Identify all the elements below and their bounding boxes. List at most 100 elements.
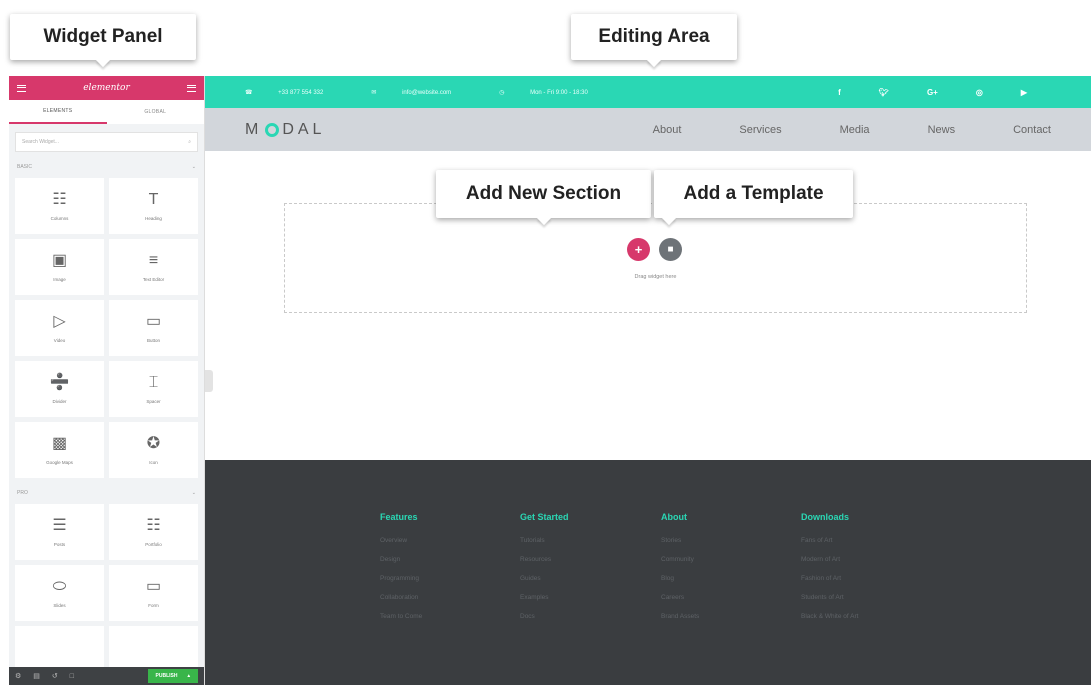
footer-link[interactable]: Community: [661, 556, 781, 575]
widget-label: Portfolio: [145, 541, 162, 547]
footer-column-downloads: Downloads Fans of Art Modern of Art Fash…: [801, 512, 921, 632]
form-icon: ▭: [145, 577, 162, 595]
footer-column-features: Features Overview Design Programming Col…: [380, 512, 500, 632]
category-basic-label: BASIC: [17, 164, 33, 170]
footer-link[interactable]: Design: [380, 556, 500, 575]
email-info: ✉ info@website.com: [371, 89, 475, 96]
google-plus-icon[interactable]: G+: [927, 88, 938, 97]
footer-link[interactable]: Stories: [661, 537, 781, 556]
navigator-icon[interactable]: ▤: [33, 672, 40, 680]
spacer-icon: ⌶: [148, 373, 159, 391]
basic-widget-grid: ☷ Columns T Heading ▣ Image ≡ Text Editor ▷ V…: [9, 174, 204, 482]
facebook-icon[interactable]: f: [838, 88, 841, 97]
panel-footer: ⚙ ▤ ↺ □ PUBLISH ▴: [9, 667, 204, 685]
history-icon[interactable]: ↺: [52, 672, 58, 680]
site-topbar: ☎ +33 877 554 332 ✉ info@website.com ◷ M…: [205, 76, 1091, 108]
add-template-label: Add a Template: [683, 183, 824, 204]
footer-link[interactable]: Overview: [380, 537, 500, 556]
footer-link[interactable]: Fans of Art: [801, 537, 921, 556]
phone-icon: ☎: [245, 89, 255, 96]
widget-google-maps[interactable]: ▩ Google Maps: [15, 422, 104, 478]
footer-column-get-started: Get Started Tutorials Resources Guides E…: [520, 512, 640, 632]
widget-image[interactable]: ▣ Image: [15, 239, 104, 295]
widget-icon[interactable]: ✪ Icon: [109, 422, 198, 478]
widget-video[interactable]: ▷ Video: [15, 300, 104, 356]
footer-link[interactable]: Modern of Art: [801, 556, 921, 575]
logo-circle-icon: [265, 122, 280, 137]
widget-form[interactable]: ▭ Form: [109, 565, 198, 621]
empty-section-dropzone[interactable]: + ■ Drag widget here: [284, 203, 1027, 313]
site-logo[interactable]: M DAL: [245, 121, 325, 139]
widget-slides[interactable]: ⬭ Slides: [15, 565, 104, 621]
search-widget-input[interactable]: Search Widget... ⌕: [15, 132, 198, 152]
footer-link[interactable]: Blog: [661, 575, 781, 594]
widget-divider[interactable]: ➗ Divider: [15, 361, 104, 417]
footer-link[interactable]: Team to Come: [380, 613, 500, 632]
footer-link[interactable]: Black & White of Art: [801, 613, 921, 632]
widget-columns[interactable]: ☷ Columns: [15, 178, 104, 234]
responsive-icon[interactable]: □: [70, 673, 74, 680]
footer-link[interactable]: Careers: [661, 594, 781, 613]
instagram-icon[interactable]: ◎: [976, 88, 983, 97]
footer-link[interactable]: Resources: [520, 556, 640, 575]
caret-up-icon[interactable]: ▴: [187, 673, 190, 679]
footer-heading: Features: [380, 512, 418, 522]
hamburger-menu-icon[interactable]: [17, 84, 26, 92]
widget-panel: elementor ELEMENTS GLOBAL Search Widget.…: [9, 76, 205, 685]
main-menu: About Services Media News Contact: [595, 124, 1051, 136]
menu-item-services[interactable]: Services: [739, 124, 781, 136]
footer-heading: About: [661, 512, 687, 522]
add-section-button[interactable]: +: [627, 238, 650, 261]
footer-link[interactable]: Examples: [520, 594, 640, 613]
tab-global[interactable]: GLOBAL: [107, 100, 205, 124]
divider-icon: ➗: [49, 373, 70, 391]
tab-elements[interactable]: ELEMENTS: [9, 100, 107, 124]
widget-label: Slides: [53, 602, 66, 608]
footer-link[interactable]: Tutorials: [520, 537, 640, 556]
menu-item-about[interactable]: About: [653, 124, 682, 136]
category-basic[interactable]: BASIC ⌄: [9, 160, 204, 174]
settings-icon[interactable]: ⚙: [15, 672, 21, 680]
footer-link[interactable]: Fashion of Art: [801, 575, 921, 594]
footer-link[interactable]: Brand Assets: [661, 613, 781, 632]
widget-button[interactable]: ▭ Button: [109, 300, 198, 356]
footer-heading: Downloads: [801, 512, 850, 522]
add-template-callout: Add a Template: [654, 170, 853, 226]
widget-spacer[interactable]: ⌶ Spacer: [109, 361, 198, 417]
widget-label: Icon: [149, 459, 158, 465]
youtube-icon[interactable]: ▶: [1021, 88, 1027, 97]
panel-tabs: ELEMENTS GLOBAL: [9, 100, 204, 124]
menu-item-news[interactable]: News: [928, 124, 956, 136]
brand-right: DAL: [282, 120, 326, 138]
widget-portfolio[interactable]: ☷ Portfolio: [109, 504, 198, 560]
footer-link[interactable]: Students of Art: [801, 594, 921, 613]
widget-label: Text Editor: [142, 276, 165, 282]
star-icon: ✪: [146, 434, 161, 452]
menu-item-media[interactable]: Media: [840, 124, 870, 136]
twitter-icon[interactable]: 🐦︎: [879, 88, 889, 97]
footer-link[interactable]: Guides: [520, 575, 640, 594]
menu-item-contact[interactable]: Contact: [1013, 124, 1051, 136]
footer-link[interactable]: Programming: [380, 575, 500, 594]
pro-widget-grid: ☰ Posts ☷ Portfolio ⬭ Slides ▭ Form: [9, 500, 204, 685]
publish-button[interactable]: PUBLISH ▴: [147, 669, 198, 683]
footer-link[interactable]: Collaboration: [380, 594, 500, 613]
panel-collapse-handle[interactable]: [205, 370, 213, 392]
footer-heading: Get Started: [520, 512, 569, 522]
apps-grid-icon[interactable]: [187, 84, 196, 92]
heading-icon: T: [148, 190, 159, 208]
widget-label: Google Maps: [46, 459, 73, 465]
widget-heading[interactable]: T Heading: [109, 178, 198, 234]
search-placeholder: Search Widget...: [22, 139, 59, 145]
widget-label: Image: [53, 276, 66, 282]
widget-text-editor[interactable]: ≡ Text Editor: [109, 239, 198, 295]
add-new-section-callout: Add New Section: [436, 170, 651, 226]
footer-link[interactable]: Docs: [520, 613, 640, 632]
widget-panel-callout: Widget Panel: [10, 14, 196, 68]
category-pro[interactable]: PRO ⌄: [9, 486, 204, 500]
mail-icon: ✉: [371, 89, 379, 96]
image-icon: ▣: [51, 251, 68, 269]
editing-area-callout-label: Editing Area: [598, 26, 710, 47]
add-template-button[interactable]: ■: [659, 238, 682, 261]
widget-posts[interactable]: ☰ Posts: [15, 504, 104, 560]
